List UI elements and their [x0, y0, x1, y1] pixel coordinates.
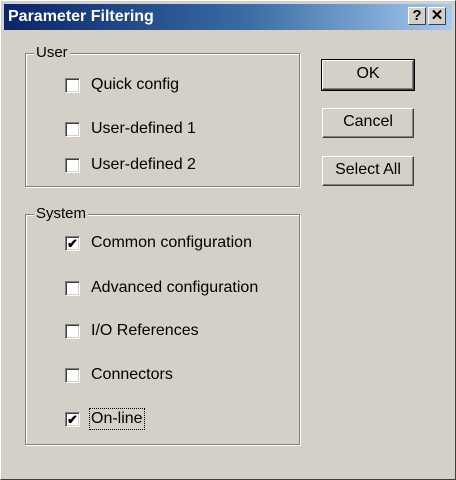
checkbox-label: Advanced configuration — [91, 279, 259, 296]
check-icon[interactable]: ✔ — [65, 236, 80, 251]
checkbox-label: User-defined 2 — [91, 156, 196, 173]
user-group-label: User — [34, 44, 70, 62]
title-bar: Parameter Filtering ? ✕ — [4, 4, 452, 30]
system-group-label: System — [34, 205, 89, 223]
checkbox-label: On-line — [89, 408, 145, 430]
check-icon[interactable]: ✔ — [65, 412, 80, 427]
checkbox-box[interactable] — [65, 281, 80, 296]
checkbox-label: User-defined 1 — [91, 120, 196, 137]
select-all-button[interactable]: Select All — [322, 156, 414, 186]
checkbox-label: Connectors — [91, 366, 173, 383]
checkbox-box[interactable] — [65, 324, 80, 339]
checkbox-box[interactable] — [65, 78, 80, 93]
checkbox-box[interactable] — [65, 368, 80, 383]
checkbox-label: Common configuration — [91, 234, 252, 251]
dialog-title: Parameter Filtering — [8, 8, 154, 25]
ok-button[interactable]: OK — [321, 59, 415, 91]
help-icon[interactable]: ? — [408, 7, 426, 25]
checkbox-label: Quick config — [91, 76, 180, 93]
checkbox-box[interactable] — [65, 158, 80, 173]
close-icon[interactable]: ✕ — [428, 7, 446, 25]
checkbox-label: I/O References — [91, 322, 199, 339]
checkbox-box[interactable] — [65, 122, 80, 137]
parameter-filtering-dialog: Parameter Filtering ? ✕ User Quick confi… — [0, 0, 456, 480]
system-group: System ✔ Common configuration Advanced c… — [25, 205, 300, 445]
user-group: User Quick config User-defined 1 User-de… — [25, 44, 300, 187]
cancel-button[interactable]: Cancel — [322, 108, 414, 138]
